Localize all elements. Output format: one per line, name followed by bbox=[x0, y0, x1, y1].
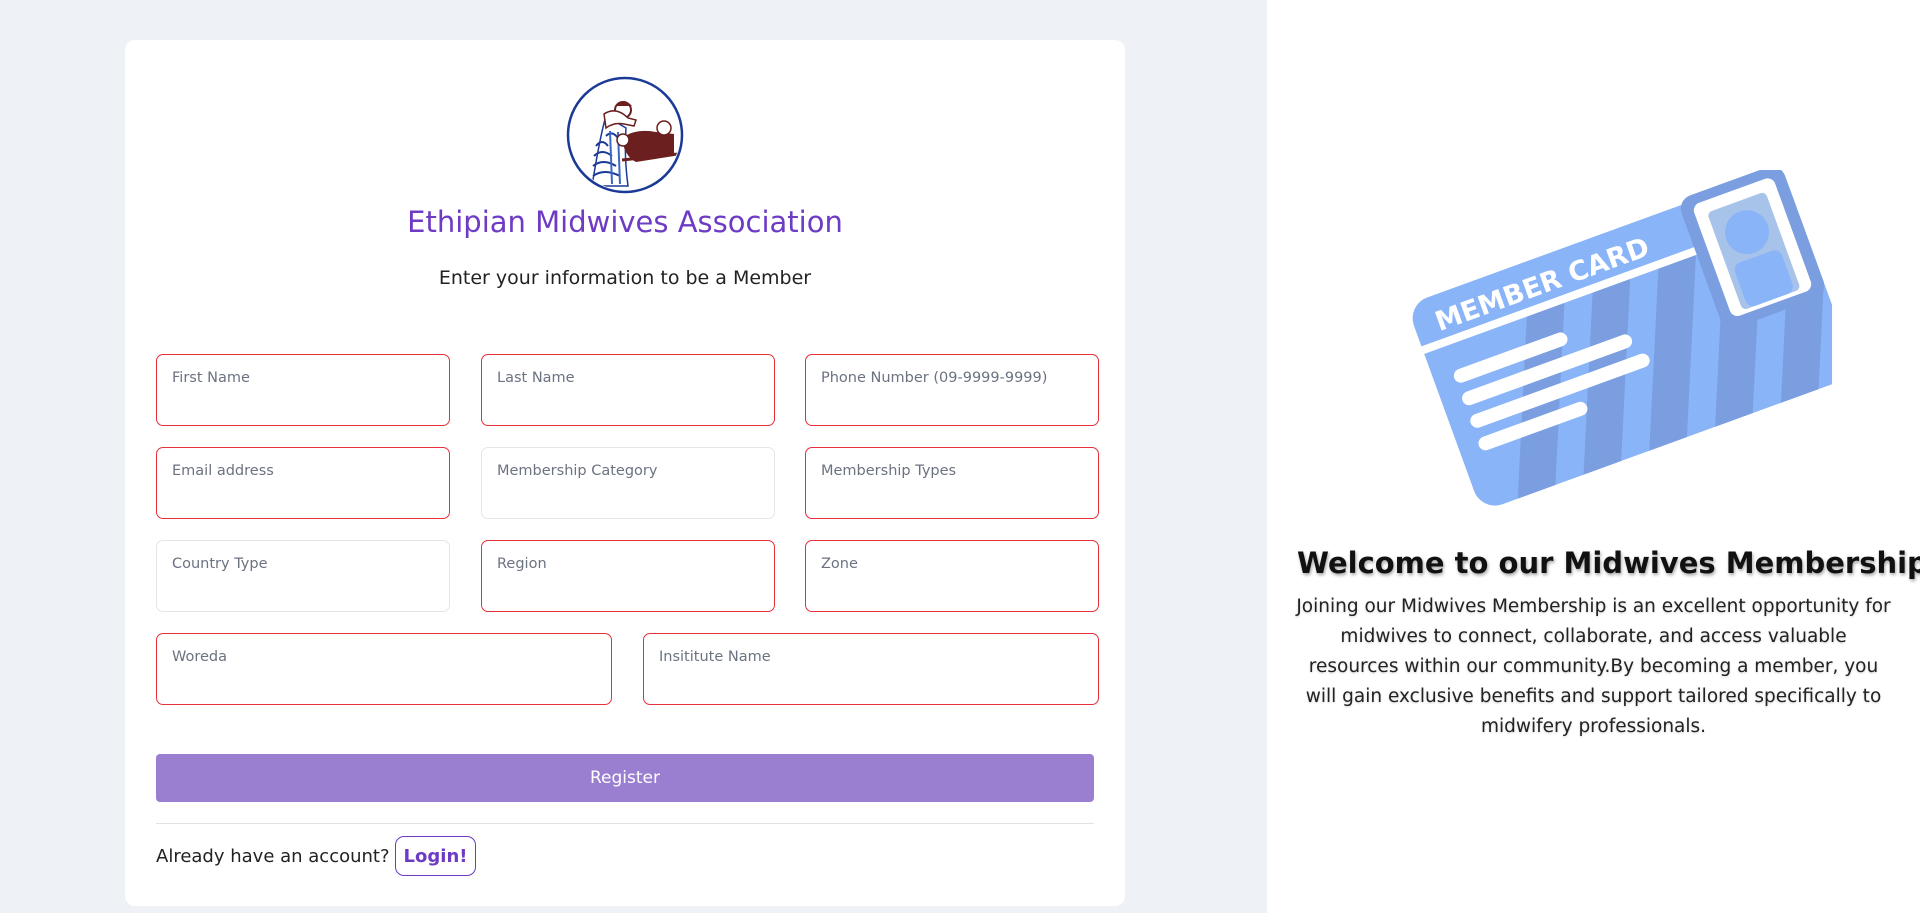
institute-name-input[interactable] bbox=[658, 674, 1084, 696]
last-name-field[interactable]: Last Name bbox=[481, 354, 775, 426]
zone-input[interactable] bbox=[820, 581, 1084, 603]
zone-label: Zone bbox=[821, 556, 858, 572]
membership-category-select[interactable]: Membership Category bbox=[481, 447, 775, 519]
institute-name-label: Insititute Name bbox=[659, 649, 771, 665]
region-label: Region bbox=[497, 556, 547, 572]
welcome-body: Joining our Midwives Membership is an ex… bbox=[1296, 596, 1891, 737]
login-prompt: Already have an account? bbox=[156, 845, 390, 867]
woreda-field[interactable]: Woreda bbox=[156, 633, 612, 705]
zone-field[interactable]: Zone bbox=[805, 540, 1099, 612]
membership-types-input[interactable] bbox=[820, 488, 1084, 510]
email-field[interactable]: Email address bbox=[156, 447, 450, 519]
phone-number-field[interactable]: Phone Number (09-9999-9999) bbox=[805, 354, 1099, 426]
form-subtitle: Enter your information to be a Member bbox=[438, 267, 812, 289]
welcome-title: Welcome to our Midwives Membership! bbox=[1297, 546, 1920, 580]
membership-category-input[interactable] bbox=[496, 488, 760, 510]
org-title: Ethipian Midwives Association bbox=[407, 205, 843, 239]
registration-pane: Ethipian Midwives Association Enter your… bbox=[0, 0, 1267, 913]
register-button[interactable]: Register bbox=[156, 754, 1094, 802]
woreda-label: Woreda bbox=[172, 649, 228, 665]
membership-types-select[interactable]: Membership Types bbox=[805, 447, 1099, 519]
phone-number-label: Phone Number (09-9999-9999) bbox=[821, 370, 1048, 386]
country-type-input[interactable] bbox=[171, 581, 435, 603]
phone-number-input[interactable] bbox=[820, 395, 1084, 417]
registration-card: Ethipian Midwives Association Enter your… bbox=[125, 40, 1125, 906]
region-input[interactable] bbox=[496, 581, 760, 603]
membership-types-label: Membership Types bbox=[821, 463, 957, 479]
country-type-select[interactable]: Country Type bbox=[156, 540, 450, 612]
last-name-label: Last Name bbox=[497, 370, 575, 386]
divider bbox=[156, 823, 1094, 824]
last-name-input[interactable] bbox=[496, 395, 760, 417]
midwives-association-logo bbox=[566, 76, 684, 194]
login-row: Already have an account? Login! bbox=[156, 835, 477, 877]
first-name-label: First Name bbox=[172, 370, 250, 386]
woreda-input[interactable] bbox=[171, 674, 597, 696]
member-card-illustration: MEMBER CARD bbox=[1412, 170, 1832, 512]
institute-name-field[interactable]: Insititute Name bbox=[643, 633, 1099, 705]
region-field[interactable]: Region bbox=[481, 540, 775, 612]
first-name-input[interactable] bbox=[171, 395, 435, 417]
membership-category-label: Membership Category bbox=[497, 463, 658, 479]
welcome-panel: MEMBER CARD Welcome to our Midwives Memb… bbox=[1267, 0, 1920, 913]
first-name-field[interactable]: First Name bbox=[156, 354, 450, 426]
email-label: Email address bbox=[172, 463, 274, 479]
country-type-label: Country Type bbox=[172, 556, 268, 572]
email-input[interactable] bbox=[171, 488, 435, 510]
login-button[interactable]: Login! bbox=[394, 836, 477, 876]
